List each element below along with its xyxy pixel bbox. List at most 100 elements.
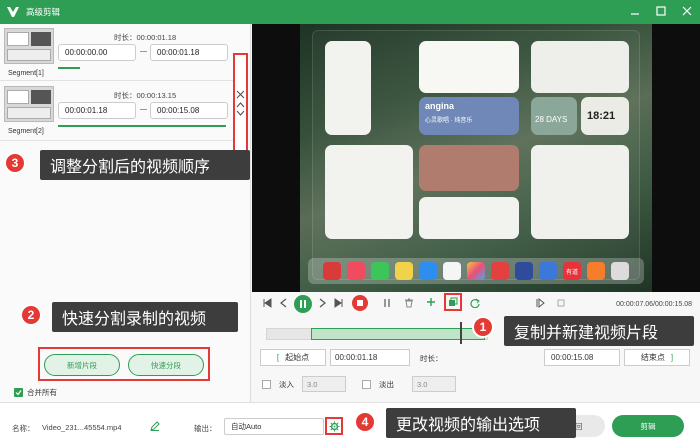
segment-end-input[interactable]: 00:00:15.08 [150, 102, 228, 119]
fade-in-input[interactable]: 3.0 [302, 376, 346, 392]
segment-thumbnail [4, 86, 54, 122]
output-settings-button[interactable] [325, 417, 343, 435]
split-icon [384, 299, 390, 307]
youdao-app-icon: 有道 [563, 262, 581, 280]
play-pause-button[interactable] [294, 295, 312, 313]
annotation-callout-2: 快速分割录制的视频 [52, 302, 238, 332]
annotation-badge-3: 3 [4, 152, 26, 174]
segment-start-input[interactable]: 00:00:00.00 [58, 44, 136, 61]
maximize-button[interactable] [654, 4, 668, 18]
fade-in-control[interactable]: 淡入 3.0 [262, 376, 346, 392]
clock-widget-time: 18:21 [587, 110, 616, 122]
step-forward-button[interactable] [316, 296, 330, 310]
playback-time: 00:00:07.06/00:00:15.08 [616, 301, 692, 308]
copy-icon [449, 297, 458, 306]
minimize-button[interactable] [628, 4, 642, 18]
segment-label: Segment[2] [8, 128, 44, 135]
stop-icon [357, 300, 363, 306]
annotation-callout-3: 调整分割后的视频顺序 [40, 150, 250, 180]
stop-button[interactable] [352, 295, 368, 311]
photo-widget [419, 145, 519, 191]
clock-widget: 18:21 [581, 97, 629, 135]
new-segment-button[interactable]: 新增片段 [44, 354, 120, 376]
mark-in-button[interactable] [534, 296, 548, 310]
fade-out-control[interactable]: 淡出 3.0 [362, 376, 456, 392]
chevron-down-icon[interactable] [236, 110, 245, 117]
output-select[interactable]: 自动Auto [224, 418, 324, 435]
end-time-input[interactable]: 00:00:15.08 [544, 349, 620, 366]
name-label: 名称： [12, 424, 35, 433]
previous-frame-button[interactable] [260, 296, 274, 310]
segment-end-input[interactable]: 00:00:01.18 [150, 44, 228, 61]
app-dock: 有道 [308, 258, 644, 284]
segment-item[interactable]: Segment[2] 时长：00:00:13.15 00:00:01.18 00… [0, 84, 233, 138]
cut-button[interactable]: 剪辑 [612, 415, 684, 437]
mark-out-icon [557, 299, 565, 307]
fade-out-input[interactable]: 3.0 [412, 376, 456, 392]
delete-segment-icon[interactable] [236, 90, 245, 99]
merge-all-checkbox[interactable]: 合并所有 [14, 387, 57, 398]
annotation-badge-1: 1 [472, 316, 494, 338]
next-frame-button[interactable] [332, 296, 346, 310]
maximize-icon [656, 6, 666, 16]
quick-split-button[interactable]: 快速分段 [128, 354, 204, 376]
gear-icon [328, 420, 340, 432]
tablet-screen: angina 心灵歌唱 · 纯音乐 28 DAYS 18:21 [312, 30, 640, 280]
timeline-playhead[interactable] [460, 322, 462, 344]
habit-widget [531, 145, 629, 239]
video-preview[interactable]: angina 心灵歌唱 · 纯音乐 28 DAYS 18:21 有道 [252, 24, 700, 292]
segment-label: Segment[1] [8, 70, 44, 77]
close-button[interactable] [680, 4, 694, 18]
notes-widget [325, 145, 413, 239]
add-marker-button[interactable] [423, 294, 439, 310]
annotation-callout-1: 复制并新建视频片段 [504, 316, 694, 346]
start-time-input[interactable]: 00:00:01.18 [330, 349, 410, 366]
music-widget: angina 心灵歌唱 · 纯音乐 [419, 97, 519, 135]
step-back-button[interactable] [276, 296, 290, 310]
timeline-selection[interactable] [311, 328, 485, 340]
calendar-widget [325, 41, 371, 135]
app-logo-icon [7, 7, 19, 17]
range-editor: [起始点 00:00:01.18 时长： 00:00:15.08 结束点] [260, 349, 692, 366]
start-point-button[interactable]: [起始点 [260, 349, 326, 366]
mark-out-button[interactable] [554, 296, 568, 310]
title-bar: 高级剪辑 [0, 0, 700, 24]
minimize-icon [631, 13, 639, 15]
segment-item[interactable]: Segment[1] 时长：00:00:01.18 00:00:00.00 00… [0, 26, 233, 80]
plus-icon [427, 298, 435, 306]
skip-forward-icon [334, 298, 343, 308]
player-controls: 00:00:07.06/00:00:15.08 [起始点 00:00:01.18… [252, 292, 700, 402]
refresh-button[interactable] [468, 296, 482, 310]
segment-thumbnail [4, 28, 54, 64]
end-point-button[interactable]: 结束点] [624, 349, 690, 366]
segment-order-controls [233, 53, 248, 153]
edit-name-icon[interactable] [150, 421, 160, 431]
annotation-callout-4: 更改视频的输出选项 [386, 408, 576, 438]
music-widget-subtitle: 心灵歌唱 · 纯音乐 [425, 118, 473, 124]
split-button[interactable] [380, 296, 394, 310]
copy-new-segment-button[interactable] [444, 293, 462, 311]
file-name: Video_231...45554.mp4 [42, 423, 122, 432]
range-duration-label: 时长： [420, 354, 443, 363]
delete-button[interactable] [402, 296, 416, 310]
mark-in-icon [536, 298, 545, 308]
annotation-badge-4: 4 [354, 411, 376, 433]
window-title: 高级剪辑 [26, 7, 61, 17]
reminder-widget [419, 197, 519, 239]
output-label: 输出： [194, 424, 217, 433]
music-widget-title: angina [425, 101, 455, 111]
pause-icon [300, 300, 306, 308]
timeline-track[interactable] [266, 328, 488, 340]
segment-duration: 时长：00:00:01.18 [114, 33, 177, 42]
chevron-up-icon[interactable] [236, 101, 245, 108]
segment-list-panel: Segment[1] 时长：00:00:01.18 00:00:00.00 00… [0, 24, 251, 402]
fade-out-label: 淡出 [379, 379, 394, 389]
segment-start-input[interactable]: 00:00:01.18 [58, 102, 136, 119]
days-widget-text: 28 DAYS [535, 115, 568, 124]
annotation-badge-2: 2 [20, 304, 42, 326]
fade-out-checkbox[interactable] [362, 379, 371, 389]
trash-icon [405, 298, 413, 308]
days-widget: 28 DAYS [531, 97, 577, 135]
refresh-icon [470, 298, 480, 308]
fade-in-checkbox[interactable] [262, 379, 271, 389]
